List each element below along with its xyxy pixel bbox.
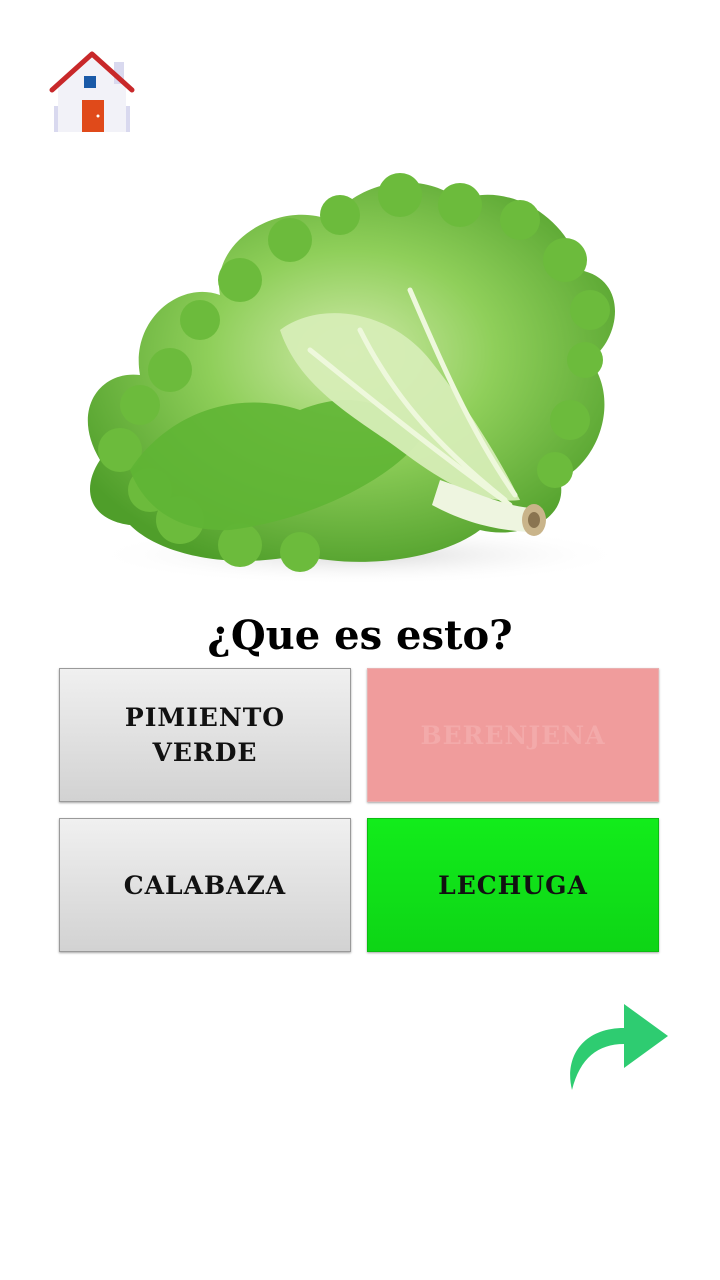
quiz-screen: ¿Que es esto? PIMIENTO VERDE BERENJENA C…: [0, 0, 720, 1280]
home-button[interactable]: [48, 48, 136, 136]
forward-arrow-icon: [570, 1004, 668, 1090]
house-icon: [49, 51, 135, 132]
next-button[interactable]: [562, 998, 674, 1094]
answer-option-lechuga[interactable]: LECHUGA: [367, 818, 659, 952]
answer-option-pimiento-verde[interactable]: PIMIENTO VERDE: [59, 668, 351, 802]
answer-option-calabaza[interactable]: CALABAZA: [59, 818, 351, 952]
answer-option-berenjena[interactable]: BERENJENA: [367, 668, 659, 802]
question-text: ¿Que es esto?: [207, 612, 513, 659]
lettuce-image: [60, 160, 660, 600]
